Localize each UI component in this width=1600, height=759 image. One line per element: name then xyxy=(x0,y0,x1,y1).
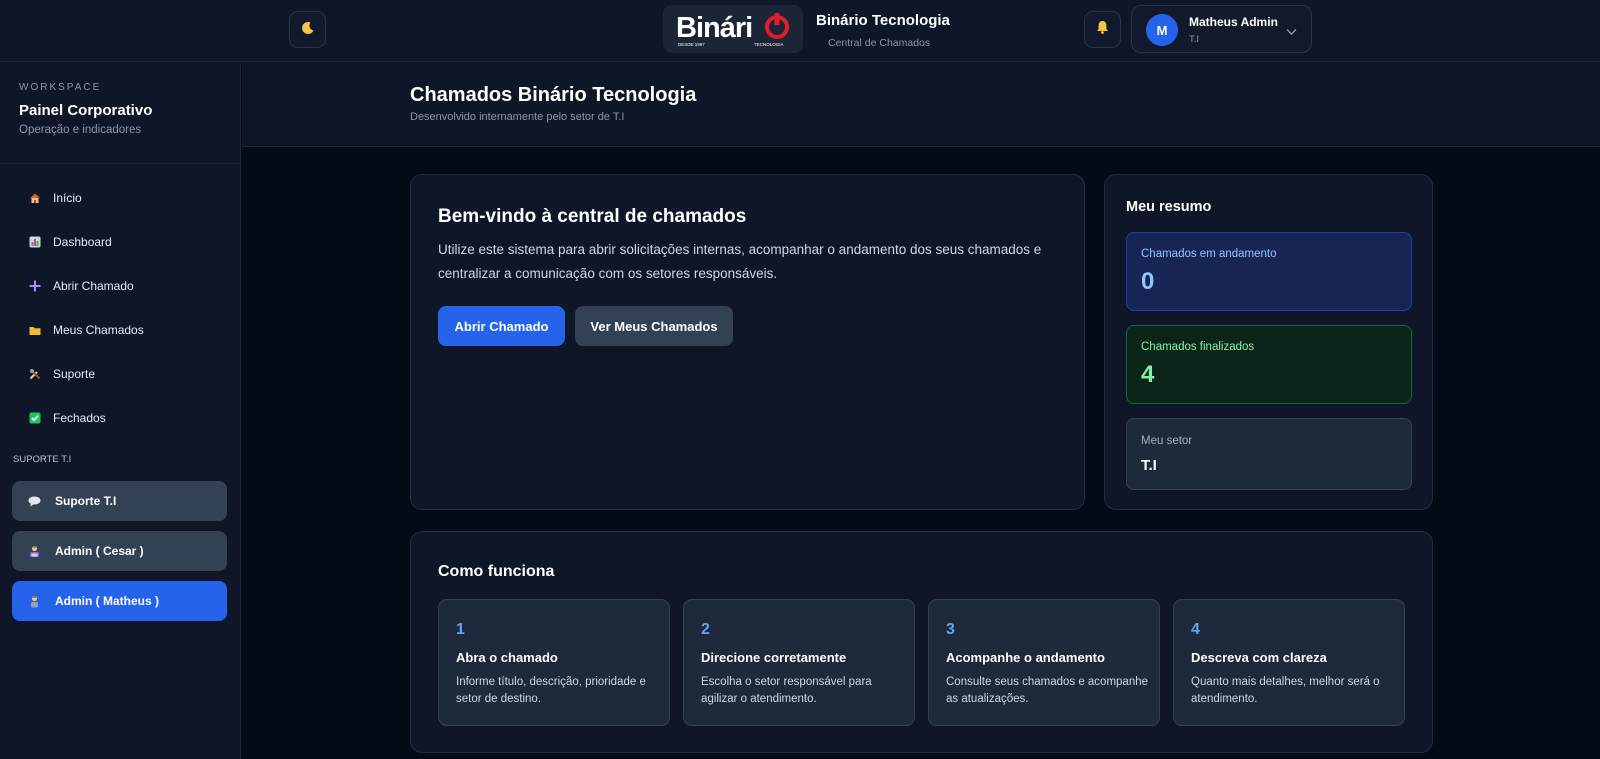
welcome-text: Utilize este sistema para abrir solicita… xyxy=(438,242,1042,281)
chevron-down-icon xyxy=(1286,23,1297,41)
sidebar-item-dashboard[interactable]: Dashboard xyxy=(0,220,240,264)
avatar: M xyxy=(1146,14,1178,46)
step-title: Direcione corretamente xyxy=(701,650,847,665)
support-ti-button[interactable]: Suporte T.I xyxy=(12,481,227,521)
step-number: 4 xyxy=(1191,621,1200,638)
binario-logo-image: Binári DESDE 1997 TECNOLOGIA xyxy=(676,12,789,47)
logo-wordmark: Binári xyxy=(676,12,752,44)
support-ti-label: Suporte T.I xyxy=(55,494,117,508)
technician-icon xyxy=(28,545,41,558)
stat-in-progress: Chamados em andamento 0 xyxy=(1126,232,1412,311)
step-description: Quanto mais detalhes, melhor será o aten… xyxy=(1191,676,1380,705)
notifications-button[interactable] xyxy=(1084,11,1121,48)
sidebar-item-label: Abrir Chamado xyxy=(53,279,134,293)
user-name: Matheus Admin xyxy=(1189,15,1278,29)
check-box-icon xyxy=(28,412,41,425)
sidebar-item-fechados[interactable]: Fechados xyxy=(0,396,240,440)
summary-card: Meu resumo Chamados em andamento 0 Chama… xyxy=(1104,174,1433,510)
admin-cesar-button[interactable]: Admin ( Cesar ) xyxy=(12,531,227,571)
page-subtitle: Desenvolvido internamente pelo setor de … xyxy=(410,111,625,123)
view-my-tickets-button[interactable]: Ver Meus Chamados xyxy=(575,306,733,346)
sidebar-item-abrir-chamado[interactable]: Abrir Chamado xyxy=(0,264,240,308)
sidebar: WORKSPACE Painel Corporativo Operação e … xyxy=(0,62,241,759)
stat-finished-value: 4 xyxy=(1141,361,1155,388)
theme-toggle-button[interactable] xyxy=(289,11,326,48)
step-card: 3 Acompanhe o andamento Consulte seus ch… xyxy=(928,599,1160,726)
step-number: 1 xyxy=(456,621,465,638)
logo-tag: TECNOLOGIA xyxy=(754,42,784,47)
workspace-title: Painel Corporativo xyxy=(19,102,153,119)
admin-matheus-button[interactable]: Admin ( Matheus ) xyxy=(12,581,227,621)
workspace-block: WORKSPACE Painel Corporativo Operação e … xyxy=(0,62,240,164)
bar-chart-icon xyxy=(28,236,41,249)
stat-in-progress-label: Chamados em andamento xyxy=(1141,248,1277,260)
folder-icon xyxy=(28,324,41,337)
support-section-heading: SUPORTE T.I xyxy=(13,454,72,465)
welcome-card: Bem-vindo à central de chamados Utilize … xyxy=(410,174,1085,510)
step-title: Descreva com clareza xyxy=(1191,650,1327,665)
sidebar-item-label: Fechados xyxy=(53,411,106,425)
stat-sector-label: Meu setor xyxy=(1141,435,1193,447)
bell-icon xyxy=(1096,20,1109,39)
speech-bubble-icon xyxy=(28,495,41,508)
step-card: 2 Direcione corretamente Escolha o setor… xyxy=(683,599,915,726)
logo-since: DESDE 1997 xyxy=(678,42,705,47)
sidebar-item-label: Suporte xyxy=(53,367,96,381)
step-title: Acompanhe o andamento xyxy=(946,650,1105,665)
sidebar-item-meus-chamados[interactable]: Meus Chamados xyxy=(0,308,240,352)
brand-subtitle: Central de Chamados xyxy=(828,37,931,49)
user-menu-button[interactable]: M Matheus Admin T.I xyxy=(1131,5,1312,53)
step-title: Abra o chamado xyxy=(456,650,558,665)
sidebar-item-label: Dashboard xyxy=(53,235,112,249)
plus-icon xyxy=(28,280,41,293)
user-role: T.I xyxy=(1189,34,1200,45)
step-description: Escolha o setor responsável para agiliza… xyxy=(701,676,872,705)
stat-in-progress-value: 0 xyxy=(1141,268,1155,295)
open-ticket-button[interactable]: Abrir Chamado xyxy=(438,306,565,346)
workspace-subtitle: Operação e indicadores xyxy=(19,124,142,136)
step-card: 1 Abra o chamado Informe título, descriç… xyxy=(438,599,670,726)
house-icon xyxy=(28,192,41,205)
sidebar-item-label: Meus Chamados xyxy=(53,323,144,337)
sidebar-item-suporte[interactable]: Suporte xyxy=(0,352,240,396)
stat-finished: Chamados finalizados 4 xyxy=(1126,325,1412,404)
how-it-works-card: Como funciona 1 Abra o chamado Informe t… xyxy=(410,531,1433,753)
page-header: Chamados Binário Tecnologia Desenvolvido… xyxy=(242,62,1600,147)
brand-title: Binário Tecnologia xyxy=(816,12,950,29)
person-icon xyxy=(28,595,41,608)
how-title: Como funciona xyxy=(438,563,555,580)
step-card: 4 Descreva com clareza Quanto mais detal… xyxy=(1173,599,1405,726)
tools-icon xyxy=(28,368,41,381)
admin-matheus-label: Admin ( Matheus ) xyxy=(55,594,159,608)
welcome-title: Bem-vindo à central de chamados xyxy=(438,206,747,227)
sidebar-item-label: Início xyxy=(53,191,82,205)
stat-sector-value: T.I xyxy=(1141,457,1157,474)
workspace-kicker: WORKSPACE xyxy=(19,82,102,93)
step-number: 3 xyxy=(946,621,955,638)
company-logo[interactable]: Binári DESDE 1997 TECNOLOGIA xyxy=(663,5,803,53)
step-number: 2 xyxy=(701,621,710,638)
sidebar-nav: Início Dashboard Abrir Chamado Meus Cham… xyxy=(0,164,240,440)
stat-finished-label: Chamados finalizados xyxy=(1141,341,1255,353)
summary-title: Meu resumo xyxy=(1126,199,1212,215)
stat-sector: Meu setor T.I xyxy=(1126,418,1412,490)
step-description: Informe título, descrição, prioridade e … xyxy=(456,676,646,705)
page-title: Chamados Binário Tecnologia xyxy=(410,84,697,106)
sidebar-item-inicio[interactable]: Início xyxy=(0,176,240,220)
admin-cesar-label: Admin ( Cesar ) xyxy=(55,544,144,558)
moon-icon xyxy=(301,21,315,38)
step-description: Consulte seus chamados e acompanhe as at… xyxy=(946,676,1149,705)
top-bar: Binári DESDE 1997 TECNOLOGIA Binário Tec… xyxy=(0,0,1600,62)
